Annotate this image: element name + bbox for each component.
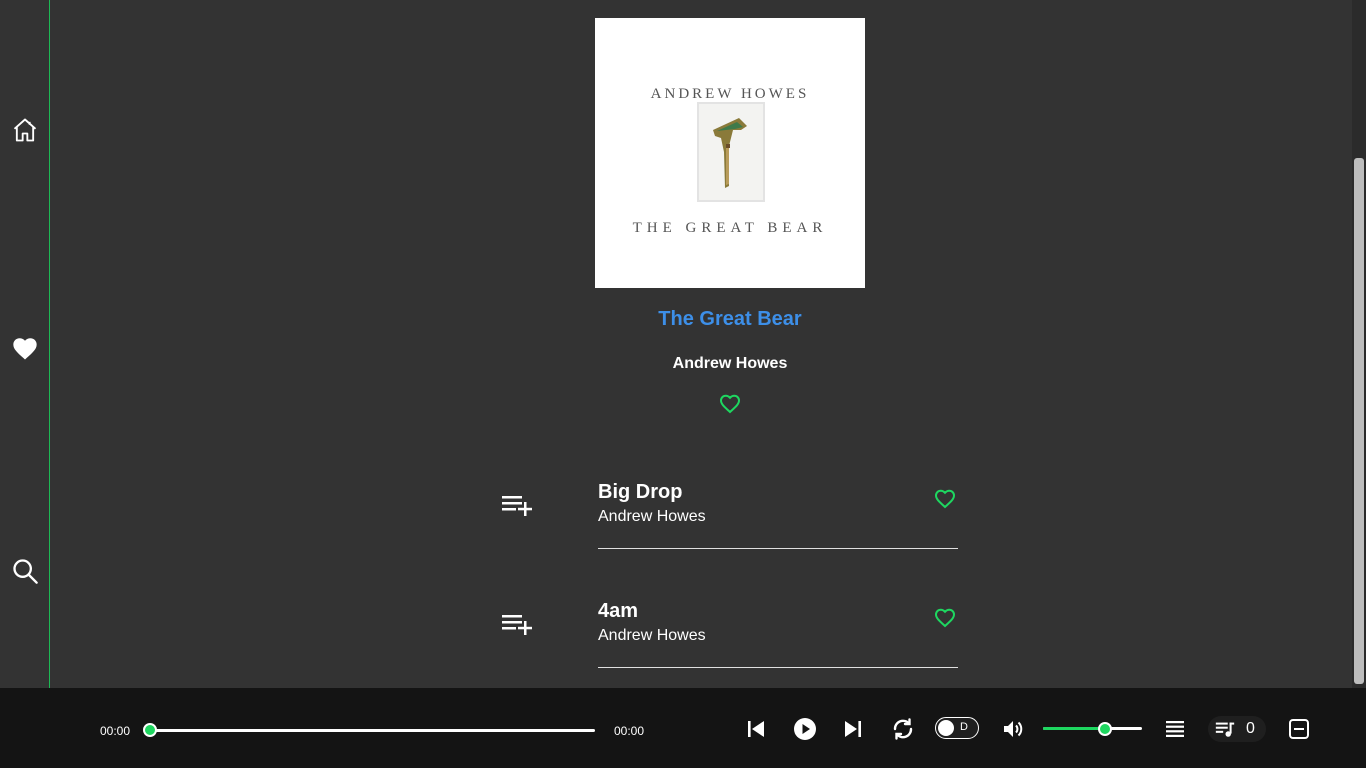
mode-toggle[interactable]: D bbox=[935, 717, 979, 739]
cover-title-text: THE GREAT BEAR bbox=[632, 220, 828, 236]
track-divider bbox=[598, 667, 958, 668]
repeat-button[interactable] bbox=[890, 716, 916, 742]
playlist-add-icon bbox=[502, 615, 532, 635]
minimize-icon bbox=[1289, 719, 1309, 739]
album-like-button[interactable] bbox=[718, 392, 742, 416]
toggle-knob bbox=[938, 720, 954, 736]
main-content: ANDREW HOWES THE GREAT BEAR The Great Be… bbox=[50, 0, 1352, 688]
play-button[interactable] bbox=[792, 716, 818, 742]
home-icon bbox=[13, 118, 37, 142]
cover-author-text: ANDREW HOWES bbox=[650, 86, 810, 102]
track-title[interactable]: 4am bbox=[598, 600, 638, 623]
total-duration: 00:00 bbox=[614, 724, 645, 738]
minimize-player-button[interactable] bbox=[1286, 716, 1312, 742]
track-row[interactable]: Big Drop Andrew Howes bbox=[500, 481, 960, 571]
track-like-button[interactable] bbox=[933, 606, 957, 630]
list-view-button[interactable] bbox=[1162, 716, 1188, 742]
hammer-artwork bbox=[713, 118, 747, 188]
heart-icon bbox=[13, 338, 37, 360]
add-to-queue-button[interactable] bbox=[500, 491, 536, 521]
track-like-button[interactable] bbox=[933, 487, 957, 511]
track-title[interactable]: Big Drop bbox=[598, 481, 682, 504]
next-button[interactable] bbox=[840, 716, 866, 742]
skip-previous-icon bbox=[748, 721, 764, 737]
heart-outline-icon bbox=[934, 489, 956, 509]
scrollbar[interactable] bbox=[1352, 0, 1366, 688]
seek-handle[interactable] bbox=[143, 723, 157, 737]
album-title[interactable]: The Great Bear bbox=[480, 308, 980, 331]
track-artist: Andrew Howes bbox=[598, 508, 706, 525]
sidebar-item-home[interactable] bbox=[8, 113, 42, 147]
volume-icon bbox=[1004, 721, 1023, 737]
track-artist: Andrew Howes bbox=[598, 627, 706, 644]
queue-music-icon bbox=[1215, 722, 1235, 737]
heart-outline-icon bbox=[934, 608, 956, 628]
playlist-add-icon bbox=[502, 496, 532, 516]
sidebar bbox=[0, 0, 50, 688]
sidebar-item-favorites[interactable] bbox=[8, 332, 42, 366]
album-artist: Andrew Howes bbox=[672, 355, 788, 372]
heart-outline-icon bbox=[719, 394, 741, 414]
track-divider bbox=[598, 548, 958, 549]
elapsed-time: 00:00 bbox=[100, 724, 131, 738]
player-bar: 00:00 00:00 D 0 bbox=[0, 688, 1366, 768]
album-cover: ANDREW HOWES THE GREAT BEAR bbox=[595, 18, 865, 288]
track-row[interactable]: 4am Andrew Howes bbox=[500, 600, 960, 688]
cover-artwork bbox=[697, 102, 765, 202]
search-icon bbox=[13, 559, 38, 584]
scrollbar-thumb[interactable] bbox=[1354, 158, 1364, 684]
queue-button[interactable]: 0 bbox=[1208, 716, 1266, 742]
repeat-icon bbox=[893, 718, 913, 740]
volume-fill bbox=[1043, 727, 1106, 730]
toggle-label: D bbox=[960, 721, 968, 733]
add-to-queue-button[interactable] bbox=[500, 610, 536, 640]
sidebar-item-search[interactable] bbox=[8, 554, 42, 588]
play-circle-icon bbox=[794, 718, 816, 740]
volume-handle[interactable] bbox=[1098, 722, 1113, 736]
previous-button[interactable] bbox=[743, 716, 769, 742]
skip-next-icon bbox=[845, 721, 861, 737]
volume-button[interactable] bbox=[1000, 716, 1026, 742]
seek-bar[interactable] bbox=[150, 729, 595, 732]
volume-slider[interactable] bbox=[1043, 727, 1142, 730]
queue-count: 0 bbox=[1246, 720, 1255, 737]
list-icon bbox=[1166, 721, 1184, 737]
